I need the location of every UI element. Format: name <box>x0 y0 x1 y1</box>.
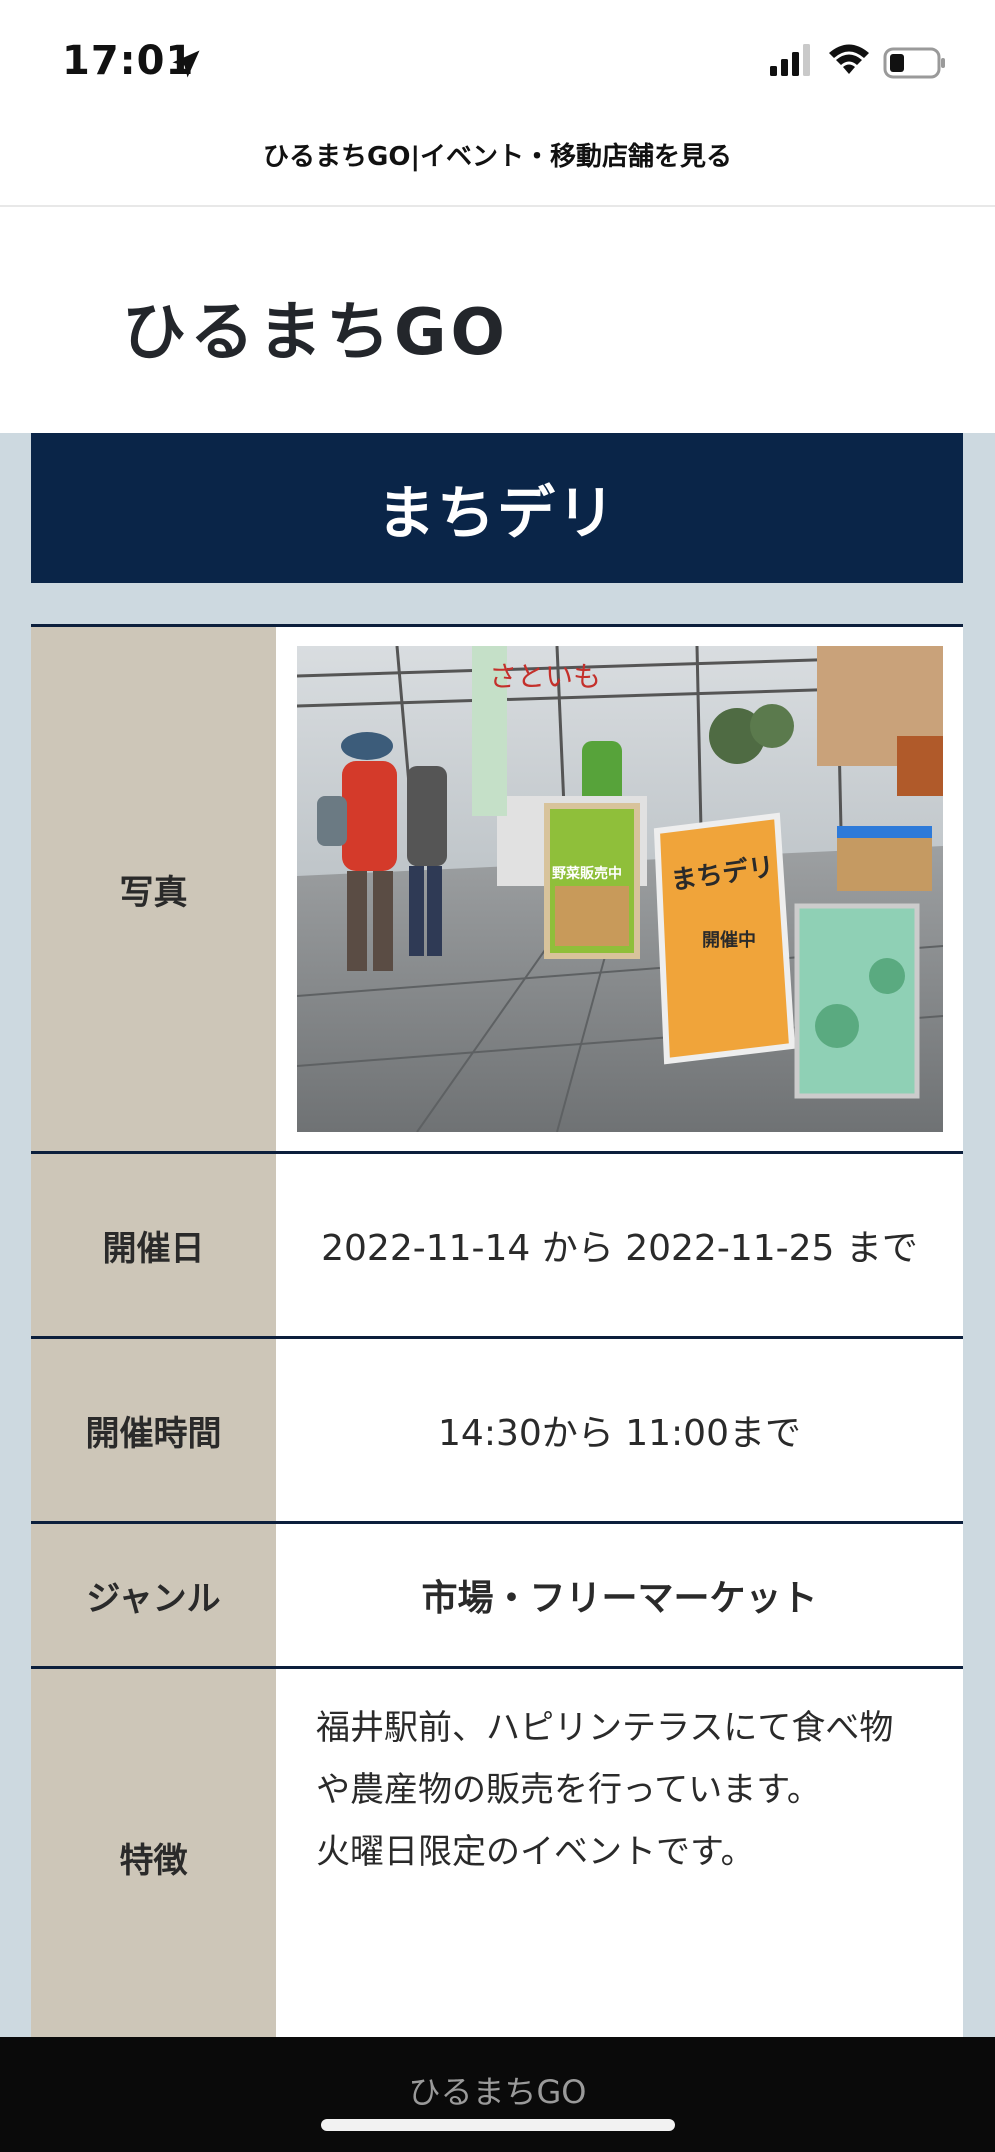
bottom-site-title: ひるまちGO <box>408 2073 587 2111</box>
row-label-genre: ジャンル <box>31 1524 276 1666</box>
table-row-genre: ジャンル 市場・フリーマーケット <box>31 1521 963 1666</box>
row-value-genre: 市場・フリーマーケット <box>276 1524 963 1666</box>
page-title: ひるまちGO|イベント・移動店舗を見る <box>263 142 732 172</box>
photo-sign-satoimo: さといも <box>489 660 601 693</box>
event-photo[interactable]: さといも 野菜販売中 まちデリ 開催中 <box>296 646 943 1132</box>
location-arrow-icon <box>172 50 200 78</box>
table-row-photo: 写真 さといも 野菜販売中 まちデリ 開催中 <box>31 624 963 1151</box>
table-row-date: 開催日 2022-11-14 から 2022-11-25 まで <box>31 1151 963 1336</box>
content-area: まちデリ 写真 さといも 野菜販売中 まちデリ 開催中 開催日 2022-11-… <box>0 433 995 2046</box>
row-label-date: 開催日 <box>31 1154 276 1336</box>
battery-icon <box>883 47 945 79</box>
site-logo[interactable]: ひるまちGO <box>122 301 509 365</box>
site-header: ひるまちGO <box>0 207 995 433</box>
table-row-feature: 特徴 福井駅前、ハピリンテラスにて食べ物や農産物の販売を行っています。 火曜日限… <box>31 1666 963 2046</box>
photo-sign-kaisai: 開催中 <box>702 929 756 951</box>
row-value-time: 14:30から 11:00まで <box>276 1339 963 1521</box>
table-row-time: 開催時間 14:30から 11:00まで <box>31 1336 963 1521</box>
wifi-icon <box>829 44 869 74</box>
event-description: 福井駅前、ハピリンテラスにて食べ物や農産物の販売を行っています。 火曜日限定のイ… <box>316 1708 894 1872</box>
row-value-photo: さといも 野菜販売中 まちデリ 開催中 <box>276 627 963 1151</box>
row-label-photo: 写真 <box>31 627 276 1151</box>
event-date-range: 2022-11-14 から 2022-11-25 まで <box>321 1228 918 1269</box>
cellular-signal-icon <box>770 44 810 76</box>
home-indicator[interactable] <box>321 2119 675 2131</box>
event-genre: 市場・フリーマーケット <box>421 1578 818 1619</box>
event-title-banner: まちデリ <box>31 433 963 583</box>
status-bar: 17:01 <box>0 0 995 125</box>
photo-sign-vegetable: 野菜販売中 <box>552 865 622 882</box>
row-label-feature: 特徴 <box>31 1669 276 2046</box>
event-time-range: 14:30から 11:00まで <box>438 1413 801 1454</box>
row-label-time: 開催時間 <box>31 1339 276 1521</box>
bottom-bar: ひるまちGO <box>0 2037 995 2152</box>
row-value-date: 2022-11-14 から 2022-11-25 まで <box>276 1154 963 1336</box>
row-value-feature: 福井駅前、ハピリンテラスにて食べ物や農産物の販売を行っています。 火曜日限定のイ… <box>276 1669 963 2046</box>
